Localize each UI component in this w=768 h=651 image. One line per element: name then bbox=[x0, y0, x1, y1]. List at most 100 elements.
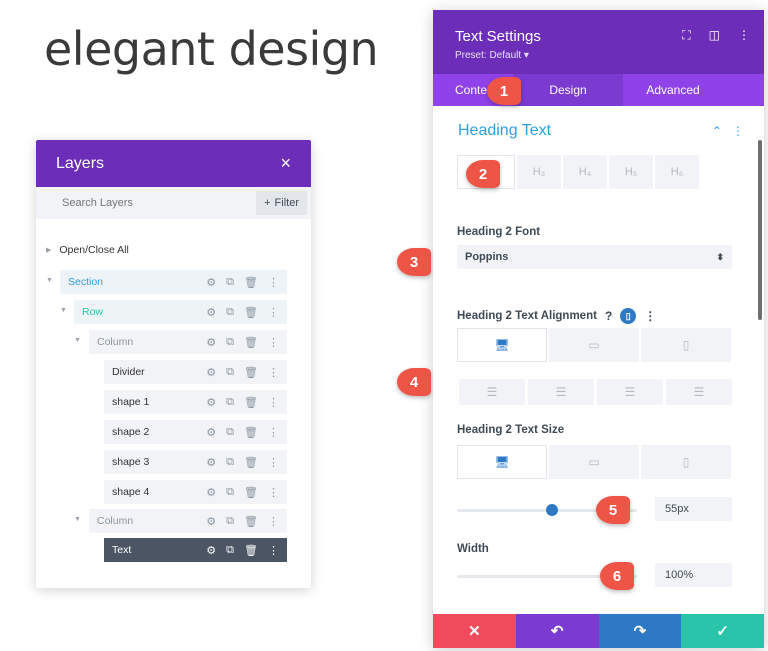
heading-text-section-title[interactable]: Heading Text bbox=[458, 122, 551, 140]
layer-module[interactable]: shape 4 ⚙ ⧉ 🗑 ⋮ bbox=[104, 480, 287, 504]
more-icon[interactable]: ⋮ bbox=[268, 544, 279, 557]
more-icon[interactable]: ⋮ bbox=[644, 309, 656, 323]
more-icon[interactable]: ⋮ bbox=[268, 336, 279, 349]
caret-down-icon: ▼ bbox=[74, 337, 81, 344]
duplicate-icon[interactable]: ⧉ bbox=[226, 366, 234, 379]
gear-icon[interactable]: ⚙ bbox=[206, 276, 216, 289]
undo-button[interactable]: ↶ bbox=[515, 614, 599, 648]
trash-icon[interactable]: 🗑 bbox=[244, 456, 258, 469]
more-icon[interactable]: ⋮ bbox=[268, 276, 279, 289]
duplicate-icon[interactable]: ⧉ bbox=[226, 544, 234, 557]
layer-module-selected[interactable]: Text ⚙ ⧉ 🗑 ⋮ bbox=[104, 538, 287, 562]
layer-row[interactable]: Row ⚙ ⧉ 🗑 ⋮ bbox=[74, 300, 287, 324]
fullscreen-icon[interactable]: ⛶ bbox=[682, 28, 690, 43]
tablet-icon[interactable]: ▭ bbox=[549, 328, 639, 362]
more-icon[interactable]: ⋮ bbox=[268, 515, 279, 528]
heading-h4-button[interactable]: H₄ bbox=[563, 155, 607, 189]
plus-icon: + bbox=[264, 197, 271, 209]
more-icon[interactable]: ⋮ bbox=[268, 426, 279, 439]
more-icon[interactable]: ⋮ bbox=[268, 456, 279, 469]
width-label: Width bbox=[457, 543, 489, 555]
trash-icon[interactable]: 🗑 bbox=[244, 544, 258, 557]
redo-button[interactable]: ↷ bbox=[598, 614, 682, 648]
duplicate-icon[interactable]: ⧉ bbox=[226, 456, 234, 469]
chevron-up-icon[interactable]: ⌃ bbox=[712, 124, 722, 138]
trash-icon[interactable]: 🗑 bbox=[244, 396, 258, 409]
open-close-all-label: Open/Close All bbox=[59, 244, 129, 256]
more-icon[interactable]: ⋮ bbox=[732, 124, 744, 138]
duplicate-icon[interactable]: ⧉ bbox=[226, 426, 234, 439]
trash-icon[interactable]: 🗑 bbox=[244, 486, 258, 499]
duplicate-icon[interactable]: ⧉ bbox=[226, 276, 234, 289]
help-icon[interactable]: ? bbox=[605, 309, 612, 323]
duplicate-icon[interactable]: ⧉ bbox=[226, 336, 234, 349]
desktop-icon[interactable]: 🖥 bbox=[457, 328, 547, 362]
align-left-icon[interactable]: ☰ bbox=[459, 379, 525, 405]
gear-icon[interactable]: ⚙ bbox=[206, 486, 216, 499]
more-icon[interactable]: ⋮ bbox=[268, 486, 279, 499]
heading-h5-button[interactable]: H₅ bbox=[609, 155, 653, 189]
gear-icon[interactable]: ⚙ bbox=[206, 396, 216, 409]
layer-module[interactable]: shape 2 ⚙ ⧉ 🗑 ⋮ bbox=[104, 420, 287, 444]
layer-section[interactable]: Section ⚙ ⧉ 🗑 ⋮ bbox=[60, 270, 287, 294]
scrollbar[interactable] bbox=[758, 140, 762, 320]
more-options-icon[interactable]: ⋮ bbox=[738, 28, 750, 43]
preset-selector[interactable]: Preset: Default ▾ bbox=[455, 50, 764, 61]
phone-icon[interactable]: ▯ bbox=[641, 328, 731, 362]
split-view-icon[interactable]: ◫ bbox=[709, 28, 720, 43]
gear-icon[interactable]: ⚙ bbox=[206, 456, 216, 469]
close-icon[interactable]: × bbox=[280, 153, 291, 174]
save-button[interactable]: ✓ bbox=[681, 614, 764, 648]
trash-icon[interactable]: 🗑 bbox=[244, 306, 258, 319]
responsive-icon[interactable]: ▯ bbox=[620, 308, 637, 324]
trash-icon[interactable]: 🗑 bbox=[244, 336, 258, 349]
duplicate-icon[interactable]: ⧉ bbox=[226, 306, 234, 319]
align-justify-icon[interactable]: ☰ bbox=[666, 379, 732, 405]
duplicate-icon[interactable]: ⧉ bbox=[226, 486, 234, 499]
heading-h3-button[interactable]: H₃ bbox=[517, 155, 561, 189]
filter-button[interactable]: + Filter bbox=[256, 191, 307, 215]
layer-column[interactable]: Column ⚙ ⧉ 🗑 ⋮ bbox=[89, 509, 287, 533]
slider-thumb[interactable] bbox=[546, 504, 559, 516]
more-icon[interactable]: ⋮ bbox=[268, 366, 279, 379]
gear-icon[interactable]: ⚙ bbox=[206, 306, 216, 319]
select-arrows-icon: ⬍ bbox=[716, 251, 724, 262]
layer-module[interactable]: shape 3 ⚙ ⧉ 🗑 ⋮ bbox=[104, 450, 287, 474]
cancel-button[interactable]: ✕ bbox=[433, 614, 516, 648]
duplicate-icon[interactable]: ⧉ bbox=[226, 515, 234, 528]
gear-icon[interactable]: ⚙ bbox=[206, 366, 216, 379]
trash-icon[interactable]: 🗑 bbox=[244, 276, 258, 289]
trash-icon[interactable]: 🗑 bbox=[244, 366, 258, 379]
layer-column[interactable]: Column ⚙ ⧉ 🗑 ⋮ bbox=[89, 330, 287, 354]
open-close-all[interactable]: ▶ Open/Close All bbox=[46, 244, 129, 256]
caret-down-icon: ▼ bbox=[74, 516, 81, 523]
search-layers-input[interactable] bbox=[60, 196, 214, 210]
gear-icon[interactable]: ⚙ bbox=[206, 544, 216, 557]
align-right-icon[interactable]: ☰ bbox=[597, 379, 663, 405]
duplicate-icon[interactable]: ⧉ bbox=[226, 396, 234, 409]
font-select[interactable]: Poppins ⬍ bbox=[457, 245, 732, 269]
layer-label: shape 4 bbox=[112, 486, 150, 498]
size-value-field[interactable]: 55px bbox=[655, 497, 732, 521]
width-value-field[interactable]: 100% bbox=[655, 563, 732, 587]
layers-search-bar: + Filter bbox=[36, 187, 311, 219]
alignment-label-row: Heading 2 Text Alignment ? ▯ ⋮ bbox=[457, 308, 656, 324]
tablet-icon[interactable]: ▭ bbox=[549, 445, 639, 479]
trash-icon[interactable]: 🗑 bbox=[244, 515, 258, 528]
layer-module[interactable]: Divider ⚙ ⧉ 🗑 ⋮ bbox=[104, 360, 287, 384]
more-icon[interactable]: ⋮ bbox=[268, 396, 279, 409]
layer-module[interactable]: shape 1 ⚙ ⧉ 🗑 ⋮ bbox=[104, 390, 287, 414]
layers-header: Layers × bbox=[36, 140, 311, 187]
desktop-icon[interactable]: 🖥 bbox=[457, 445, 547, 479]
gear-icon[interactable]: ⚙ bbox=[206, 426, 216, 439]
trash-icon[interactable]: 🗑 bbox=[244, 426, 258, 439]
settings-tabs: Content Design Advanced bbox=[433, 74, 764, 106]
heading-h6-button[interactable]: H₆ bbox=[655, 155, 699, 189]
more-icon[interactable]: ⋮ bbox=[268, 306, 279, 319]
align-center-icon[interactable]: ☰ bbox=[528, 379, 594, 405]
tab-design[interactable]: Design bbox=[513, 74, 623, 106]
gear-icon[interactable]: ⚙ bbox=[206, 336, 216, 349]
gear-icon[interactable]: ⚙ bbox=[206, 515, 216, 528]
tab-advanced[interactable]: Advanced bbox=[623, 74, 723, 106]
phone-icon[interactable]: ▯ bbox=[641, 445, 731, 479]
